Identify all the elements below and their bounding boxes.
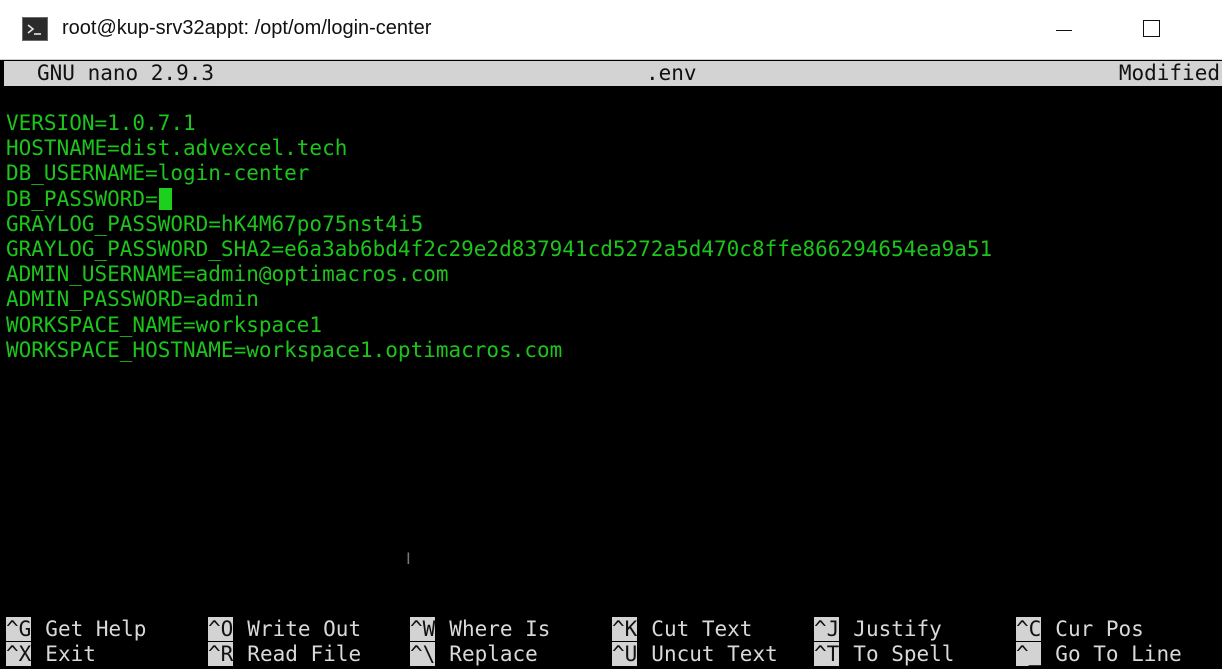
terminal-area[interactable]: GNU nano 2.9.3 .env Modified VERSION=1.0… [4,60,1222,669]
file-line[interactable]: HOSTNAME=dist.advexcel.tech [6,136,1222,161]
maximize-button[interactable] [1114,0,1222,60]
shortcut-exit[interactable]: ^X Exit [6,642,96,667]
shortcut-label: Exit [45,642,96,666]
file-line[interactable]: ADMIN_PASSWORD=admin [6,287,1222,312]
editor-buffer[interactable]: VERSION=1.0.7.1 HOSTNAME=dist.advexcel.t… [6,111,1222,363]
shortcut-label: Justify [853,617,942,641]
shortcut-key: ^C [1016,617,1042,641]
shortcut-key: ^\ [410,642,436,666]
nano-header-bar: GNU nano 2.9.3 .env Modified [4,61,1222,86]
shortcut-key: ^_ [1016,642,1042,666]
minimize-button[interactable] [1022,0,1114,60]
file-line-active[interactable]: DB_PASSWORD= [6,187,1222,212]
file-line[interactable]: VERSION=1.0.7.1 [6,111,1222,136]
shortcut-key: ^R [208,642,234,666]
shortcut-key: ^O [208,617,234,641]
nano-version: GNU nano 2.9.3 [37,61,215,85]
file-line-text: DB_PASSWORD= [6,186,158,211]
shortcut-key: ^W [410,617,436,641]
shortcut-label: Write Out [247,617,362,641]
shortcut-key: ^K [612,617,638,641]
mouse-ibeam-cursor: I [406,549,411,568]
shortcut-replace[interactable]: ^\ Replace [410,642,538,667]
window-title-bar[interactable]: root@kup-srv32appt: /opt/om/login-center [0,0,1222,60]
shortcut-write-out[interactable]: ^O Write Out [208,617,361,642]
file-line[interactable]: DB_USERNAME=login-center [6,161,1222,186]
file-line[interactable]: GRAYLOG_PASSWORD_SHA2=e6a3ab6bd4f2c29e2d… [6,237,1222,262]
shortcut-key: ^T [814,642,840,666]
shortcut-label: Read File [247,642,362,666]
modified-status: Modified [1118,61,1220,85]
shortcut-where-is[interactable]: ^W Where Is [410,617,550,642]
shortcut-read-file[interactable]: ^R Read File [208,642,361,667]
shortcut-label: Go To Line [1055,642,1182,666]
shortcut-label: Uncut Text [651,642,778,666]
terminal-icon[interactable] [22,17,48,41]
shortcut-label: Where Is [449,617,551,641]
shortcut-label: Replace [449,642,538,666]
shortcut-key: ^G [6,617,32,641]
shortcut-justify[interactable]: ^J Justify [814,617,942,642]
shortcut-key: ^U [612,642,638,666]
file-line[interactable]: WORKSPACE_NAME=workspace1 [6,313,1222,338]
shortcut-label: Get Help [45,617,147,641]
shortcut-bar: ^G Get Help ^O Write Out ^W Where Is ^K Cut … [4,617,1222,667]
shortcut-label: To Spell [853,642,955,666]
window-title: root@kup-srv32appt: /opt/om/login-center [62,17,432,39]
file-line[interactable]: WORKSPACE_HOSTNAME=workspace1.optimacros… [6,338,1222,363]
file-name: .env [646,61,697,85]
text-cursor [158,187,172,210]
shortcut-key: ^J [814,617,840,641]
shortcut-label: Cur Pos [1055,617,1144,641]
minimize-icon [1056,30,1072,31]
maximize-icon [1143,20,1160,37]
shortcut-key: ^X [6,642,32,666]
shortcut-go-to-line[interactable]: ^_ Go To Line [1016,642,1182,667]
shortcut-label: Cut Text [651,617,753,641]
shortcut-uncut-text[interactable]: ^U Uncut Text [612,642,778,667]
shortcut-cut-text[interactable]: ^K Cut Text [612,617,752,642]
file-line[interactable]: ADMIN_USERNAME=admin@optimacros.com [6,262,1222,287]
file-line[interactable]: GRAYLOG_PASSWORD=hK4M67po75nst4i5 [6,212,1222,237]
shortcut-to-spell[interactable]: ^T To Spell [814,642,954,667]
shortcut-cur-pos[interactable]: ^C Cur Pos [1016,617,1144,642]
shortcut-get-help[interactable]: ^G Get Help [6,617,146,642]
